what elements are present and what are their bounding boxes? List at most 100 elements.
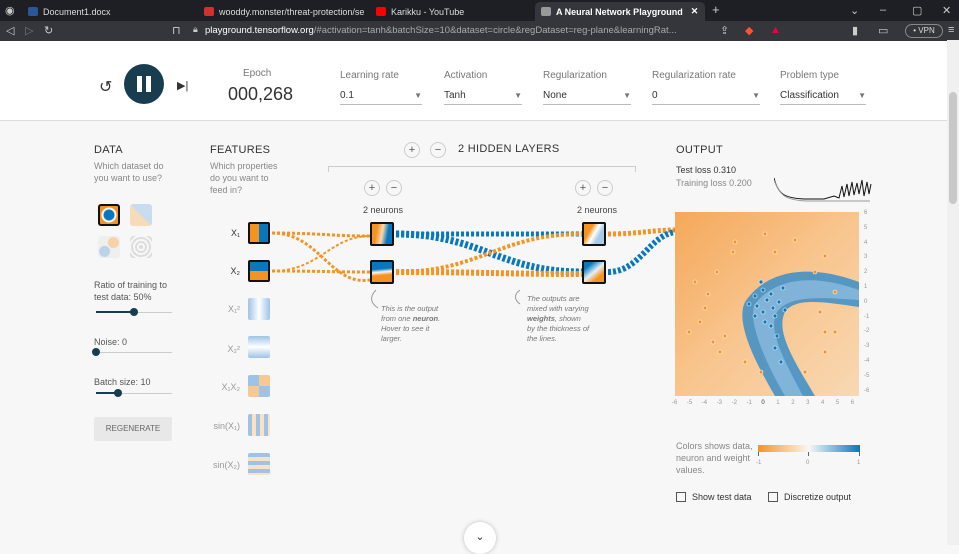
pause-button[interactable] — [124, 64, 164, 104]
menu-icon[interactable]: ≡ — [948, 24, 954, 36]
link-x2-n2 — [271, 269, 371, 274]
y-tick-label: -6 — [864, 387, 870, 394]
tab-document[interactable]: Document1.docx — [22, 2, 192, 21]
link-x1-n2 — [271, 231, 371, 282]
neuron-1-2[interactable] — [370, 260, 394, 284]
problem-type-select[interactable]: Classification ▼ — [780, 90, 866, 105]
forward-icon[interactable]: ▷ — [25, 24, 33, 37]
new-tab-button[interactable]: + — [712, 2, 720, 17]
link-x2-n1 — [271, 235, 371, 272]
y-tick-label: 6 — [864, 210, 868, 216]
legend-tick — [808, 452, 809, 456]
x-tick-label: -3 — [716, 400, 723, 406]
output-y-axis: 6 5 4 3 2 1 0 -1 -2 -3 -4 -5 -6 — [862, 210, 874, 400]
legend-mid: 0 — [806, 460, 810, 466]
note-text: Hover to see it — [381, 324, 430, 333]
activation-value: Tanh — [444, 90, 466, 101]
note-text: mixed with varying — [527, 304, 589, 313]
x-tick-label: 0 — [761, 400, 765, 406]
discretize-output-checkbox[interactable]: Discretize output — [768, 492, 851, 502]
reload-icon[interactable]: ↻ — [44, 24, 53, 37]
tab-neural-network-playground[interactable]: A Neural Network Playground ✕ — [535, 2, 705, 21]
test-loss: Test loss 0.310 — [676, 165, 737, 175]
regularization-select[interactable]: None ▼ — [543, 90, 631, 105]
learning-rate-select[interactable]: 0.1 ▼ — [340, 90, 422, 105]
bookmark-icon[interactable]: ⊓ — [172, 24, 181, 37]
address-bar[interactable]: playground.tensorflow.org/#activation=ta… — [205, 25, 715, 36]
share-icon[interactable]: ⇪ — [720, 24, 729, 37]
regularization-rate-label: Regularization rate — [652, 70, 736, 81]
note-text: This is the output — [381, 304, 439, 313]
pause-icon — [146, 76, 151, 92]
x-tick-label: -1 — [746, 400, 752, 406]
show-test-data-checkbox[interactable]: Show test data — [676, 492, 752, 502]
y-tick-label: 0 — [864, 298, 868, 305]
reset-icon[interactable]: ↺ — [99, 77, 112, 97]
link-n4-out — [607, 229, 677, 275]
y-tick-label: 2 — [864, 269, 868, 276]
note-bold: weights — [527, 314, 555, 323]
site-icon — [204, 7, 214, 16]
problem-type-value: Classification — [780, 90, 839, 101]
y-tick-label: -4 — [864, 358, 870, 364]
minimize-icon[interactable]: – — [880, 4, 886, 16]
neuron-1-1[interactable] — [370, 222, 394, 246]
x-tick-label: 4 — [821, 400, 825, 406]
regularization-rate-select[interactable]: 0 ▼ — [652, 90, 760, 105]
output-heatmap-svg — [675, 212, 859, 396]
output-heatmap[interactable] — [675, 212, 859, 396]
chevron-down-icon: ▼ — [514, 91, 522, 100]
tab-search-icon[interactable]: ⌄ — [850, 4, 859, 17]
x-tick-label: -2 — [731, 400, 737, 406]
loss-sparkline — [774, 177, 872, 202]
color-legend-bar — [758, 445, 860, 452]
activation-label: Activation — [444, 70, 488, 81]
step-icon[interactable]: ▶| — [177, 79, 188, 92]
link-n2-n4 — [395, 269, 583, 277]
neuron-note: This is the output from one neuron. Hove… — [381, 304, 461, 344]
close-tab-icon[interactable]: ✕ — [691, 6, 699, 17]
url-host: playground.tensorflow.org — [205, 25, 314, 36]
x-tick-label: 2 — [791, 400, 795, 406]
scrollbar-thumb[interactable] — [949, 92, 957, 204]
back-icon[interactable]: ◁ — [6, 24, 14, 37]
vpn-button[interactable]: • VPN — [905, 24, 943, 38]
y-tick-label: -5 — [864, 372, 870, 379]
regularization-label: Regularization — [543, 70, 607, 81]
tab-threat-protection[interactable]: wooddy.monster/threat-protection/se — [198, 2, 366, 21]
note-text: larger. — [381, 334, 402, 343]
sidebar-icon[interactable]: ▮ — [852, 24, 858, 37]
x-tick-label: -5 — [686, 400, 693, 406]
training-loss: Training loss 0.200 — [676, 178, 752, 188]
weights-note: The outputs are mixed with varying weigh… — [527, 294, 607, 344]
legend-max: 1 — [857, 460, 861, 466]
note-text: by the thickness of — [527, 324, 590, 333]
top-controls: ↺ ▶| Epoch 000,268 Learning rate 0.1 ▼ Ac… — [0, 41, 959, 121]
legend-tick — [758, 452, 759, 456]
maximize-icon[interactable]: ▢ — [912, 4, 922, 17]
brave-shield-icon[interactable]: ◆ — [745, 24, 753, 37]
pause-icon — [137, 76, 142, 92]
url-path: /#activation=tanh&batchSize=10&dataset=c… — [313, 25, 677, 36]
chevron-down-icon: ▼ — [752, 91, 760, 100]
neuron-2-2[interactable] — [582, 260, 606, 284]
x-tick-label: -6 — [672, 400, 678, 406]
brave-rewards-icon[interactable]: ▲ — [770, 24, 781, 36]
playground-icon — [541, 7, 551, 16]
close-window-icon[interactable]: ✕ — [942, 4, 951, 17]
word-icon — [28, 7, 38, 16]
color-legend-text: Colors shows data, neuron and weight val… — [676, 441, 753, 475]
regularization-value: None — [543, 90, 567, 101]
neuron-2-1[interactable] — [582, 222, 606, 246]
browser-menu-icon[interactable]: ◉ — [5, 4, 15, 17]
y-tick-label: -2 — [864, 328, 870, 335]
activation-select[interactable]: Tanh ▼ — [444, 90, 522, 105]
wallet-icon[interactable]: ▭ — [878, 24, 888, 37]
tab-youtube[interactable]: Karikku - YouTube — [370, 2, 530, 21]
tab-title: Karikku - YouTube — [391, 6, 465, 17]
link-x1-n1 — [271, 231, 371, 238]
note-text: from one — [381, 314, 413, 323]
checkbox-box — [768, 492, 778, 502]
y-tick-label: 5 — [864, 224, 868, 231]
scroll-down-button[interactable]: ⌄ — [464, 522, 496, 554]
